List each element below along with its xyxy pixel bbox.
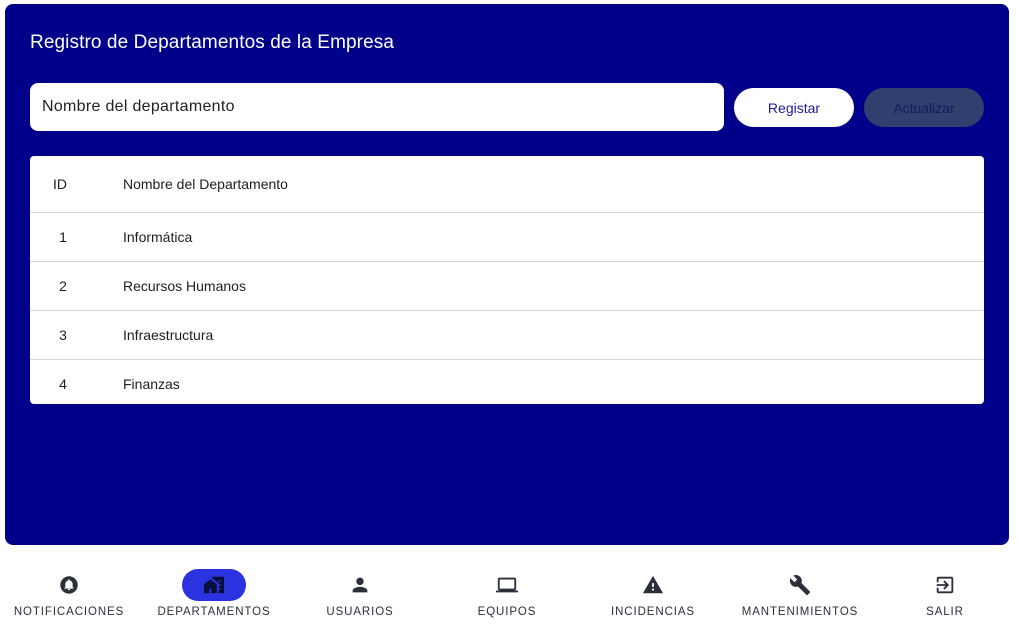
nav-item-salir[interactable]: SALIR <box>905 545 985 633</box>
nav-icon-container <box>475 569 539 601</box>
nav-item-equipos[interactable]: EQUIPOS <box>467 545 547 633</box>
table-header-row: ID Nombre del Departamento <box>30 156 984 213</box>
warning-icon <box>642 575 664 594</box>
cell-name: Finanzas <box>123 376 180 392</box>
nav-item-departamentos[interactable]: DEPARTAMENTOS <box>157 545 271 633</box>
nav-label: SALIR <box>926 606 964 618</box>
cell-id: 2 <box>59 278 67 294</box>
nav-icon-container <box>182 569 246 601</box>
nav-label: EQUIPOS <box>477 606 537 618</box>
nav-icon-container <box>621 569 685 601</box>
laptop-icon <box>496 577 518 593</box>
wrench-icon <box>789 575 811 596</box>
register-button[interactable]: Registar <box>734 88 854 127</box>
nav-icon-container <box>328 569 392 601</box>
main-panel: Registro de Departamentos de la Empresa … <box>5 4 1009 545</box>
table-row[interactable]: 3 Infraestructura <box>30 311 984 360</box>
nav-item-incidencias[interactable]: INCIDENCIAS <box>603 545 703 633</box>
exit-icon <box>936 576 954 594</box>
bottom-navigation: NOTIFICACIONES DEPARTAMENTOS USUARIOS EQ… <box>0 545 1019 633</box>
nav-label: DEPARTAMENTOS <box>157 606 271 618</box>
cell-id: 4 <box>59 376 67 392</box>
nav-icon-container <box>768 569 832 601</box>
column-header-name: Nombre del Departamento <box>123 176 288 192</box>
column-header-id: ID <box>53 176 67 192</box>
departments-table: ID Nombre del Departamento 1 Informática… <box>30 156 984 404</box>
page-title: Registro de Departamentos de la Empresa <box>30 32 395 53</box>
table-row[interactable]: 4 Finanzas <box>30 360 984 404</box>
nav-label: USUARIOS <box>326 606 394 618</box>
home-work-icon <box>203 576 225 594</box>
nav-label: NOTIFICACIONES <box>13 606 125 618</box>
update-button[interactable]: Actualizar <box>864 88 984 127</box>
nav-item-mantenimientos[interactable]: MANTENIMIENTOS <box>740 545 860 633</box>
table-row[interactable]: 1 Informática <box>30 213 984 262</box>
nav-item-notificaciones[interactable]: NOTIFICACIONES <box>13 545 125 633</box>
nav-icon-container <box>913 569 977 601</box>
department-name-input[interactable] <box>30 83 724 131</box>
cell-id: 1 <box>59 229 67 245</box>
nav-icon-container <box>37 569 101 601</box>
cell-name: Recursos Humanos <box>123 278 246 294</box>
person-icon <box>352 577 368 593</box>
bell-icon <box>60 576 78 594</box>
nav-item-usuarios[interactable]: USUARIOS <box>320 545 400 633</box>
cell-name: Infraestructura <box>123 327 214 343</box>
table-row[interactable]: 2 Recursos Humanos <box>30 262 984 311</box>
nav-label: MANTENIMIENTOS <box>741 606 859 618</box>
cell-name: Informática <box>123 229 193 245</box>
cell-id: 3 <box>59 327 67 343</box>
nav-label: INCIDENCIAS <box>610 606 696 618</box>
